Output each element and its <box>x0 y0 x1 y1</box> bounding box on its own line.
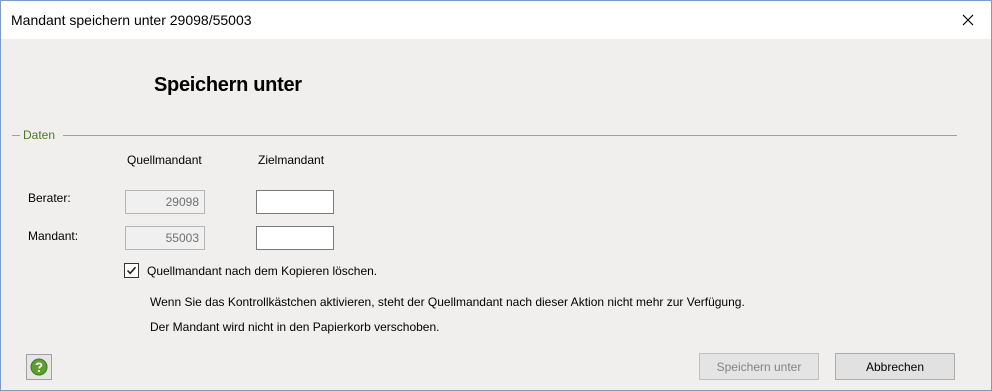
title-bar: Mandant speichern unter 29098/55003 <box>1 1 991 39</box>
target-mandant-input[interactable] <box>256 226 334 250</box>
info-text-line-1: Wenn Sie das Kontrollkästchen aktivieren… <box>150 295 745 309</box>
dialog-window: Mandant speichern unter 29098/55003 Spei… <box>0 0 992 391</box>
info-text-line-2: Der Mandant wird nicht in den Papierkorb… <box>150 320 440 334</box>
window-title: Mandant speichern unter 29098/55003 <box>11 12 252 28</box>
column-header-source: Quellmandant <box>127 153 202 167</box>
delete-source-checkbox[interactable] <box>124 263 139 278</box>
row-label-mandant: Mandant: <box>28 229 79 243</box>
close-button[interactable] <box>945 1 991 39</box>
group-border-right <box>63 135 957 136</box>
help-button[interactable] <box>26 354 52 380</box>
save-as-button[interactable]: Speichern unter <box>699 353 819 380</box>
page-title: Speichern unter <box>154 74 302 96</box>
source-berater-field <box>125 190 205 214</box>
delete-source-checkbox-label[interactable]: Quellmandant nach dem Kopieren löschen. <box>147 264 377 278</box>
row-label-berater: Berater: <box>28 191 71 205</box>
group-label-daten: Daten <box>23 128 56 142</box>
help-icon <box>30 358 48 376</box>
close-icon <box>962 14 974 26</box>
target-berater-input[interactable] <box>256 190 334 214</box>
cancel-button[interactable]: Abbrechen <box>835 353 955 380</box>
column-header-target: Zielmandant <box>258 153 325 167</box>
source-mandant-field <box>125 226 205 250</box>
group-border-left <box>12 135 20 136</box>
checkmark-icon <box>126 266 137 275</box>
